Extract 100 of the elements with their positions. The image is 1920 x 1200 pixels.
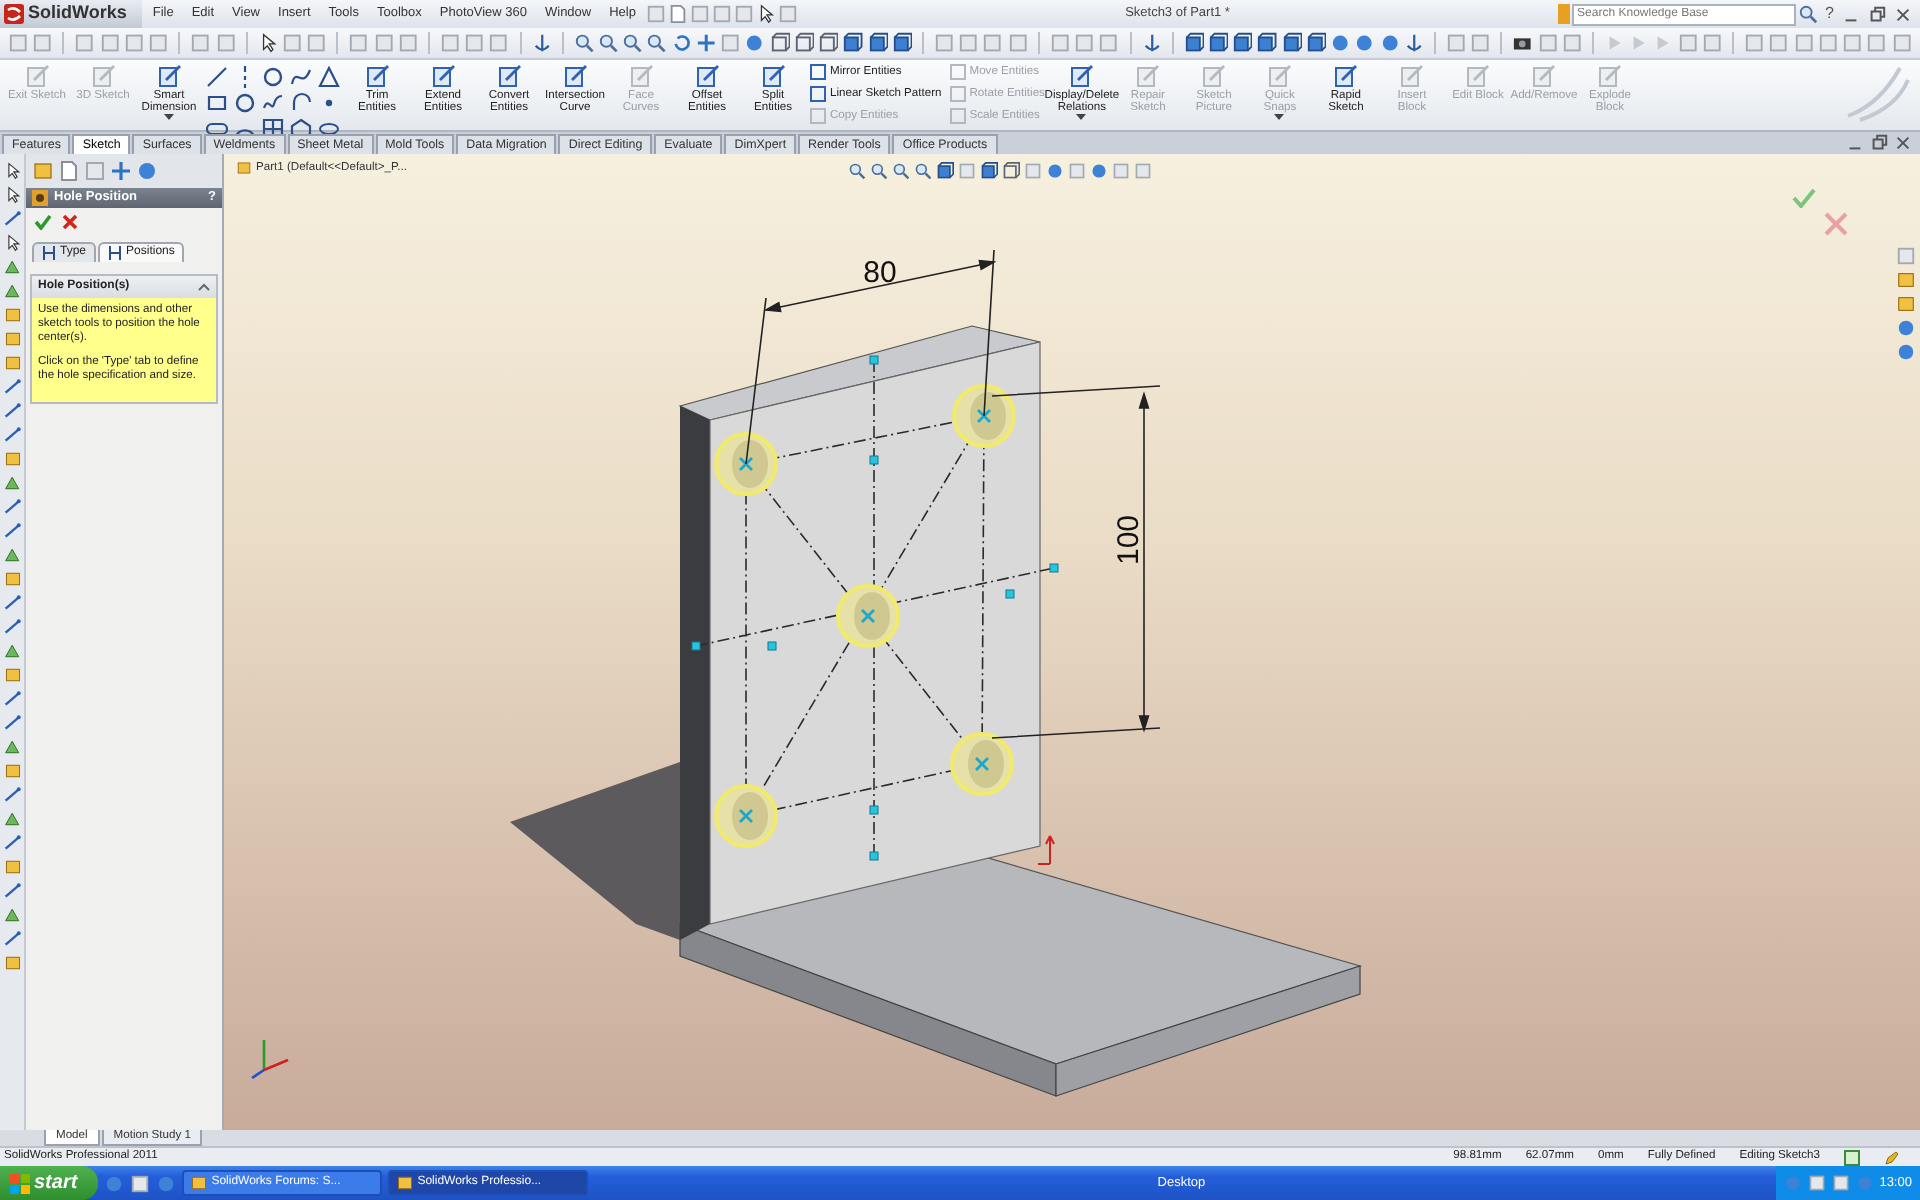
sketch-tool-icon[interactable] [3, 906, 21, 924]
rectangle-icon[interactable] [206, 92, 228, 114]
tool-icon[interactable] [306, 32, 327, 54]
tool-icon[interactable] [711, 4, 732, 24]
tool-icon[interactable] [1701, 32, 1723, 54]
sketch-tool-icon[interactable] [3, 522, 21, 540]
tool-icon[interactable] [129, 1173, 150, 1193]
document-icon[interactable] [667, 4, 688, 24]
triangle-icon[interactable] [318, 66, 340, 88]
box-icon[interactable] [793, 32, 815, 54]
tool-icon[interactable] [1049, 32, 1071, 54]
tool-icon[interactable] [123, 32, 145, 54]
tool-icon[interactable] [1074, 32, 1095, 54]
tool-icon[interactable] [74, 32, 96, 54]
cube-icon[interactable] [1281, 32, 1302, 54]
sphere-icon[interactable] [136, 160, 158, 182]
cube-icon[interactable] [1305, 32, 1327, 54]
sketch-tool-icon[interactable] [3, 834, 21, 852]
tool-icon[interactable] [1768, 32, 1790, 54]
tool-icon[interactable] [1068, 162, 1086, 180]
sketch-tool-icon[interactable] [3, 954, 21, 972]
circle-icon[interactable] [234, 92, 256, 114]
sketch-tool-icon[interactable] [3, 882, 21, 900]
sphere-icon[interactable] [1330, 32, 1351, 54]
tool-icon[interactable] [32, 32, 53, 54]
tool-icon[interactable] [488, 32, 510, 54]
cube-icon[interactable] [936, 162, 954, 180]
zoom-icon[interactable] [573, 32, 595, 54]
tool-icon[interactable] [1817, 32, 1839, 54]
sphere-icon[interactable] [1090, 162, 1108, 180]
zoom-icon[interactable] [848, 162, 866, 180]
sketch-tool-icon[interactable] [3, 930, 21, 948]
cube-icon[interactable] [1256, 32, 1278, 54]
pan-icon[interactable] [695, 32, 717, 54]
tool-icon[interactable] [1744, 32, 1765, 54]
help-button[interactable]: ? [1819, 5, 1840, 23]
sketch-tool-icon[interactable] [3, 210, 21, 228]
sketch-tool-icon[interactable] [32, 160, 54, 182]
sketch-tool-icon[interactable] [236, 160, 252, 176]
pointer-icon[interactable] [257, 32, 278, 54]
tool-icon[interactable] [348, 32, 370, 54]
tool-icon[interactable] [8, 32, 29, 54]
sketch-tool-icon[interactable] [3, 426, 21, 444]
sphere-icon[interactable] [1354, 32, 1376, 54]
tool-icon[interactable] [1866, 32, 1888, 54]
zoom-icon[interactable] [1797, 4, 1818, 24]
slot-icon[interactable] [206, 118, 228, 140]
sketch-tool-icon[interactable] [3, 714, 21, 732]
tool-icon[interactable] [958, 32, 979, 54]
pointer-icon[interactable] [755, 4, 776, 24]
tool-icon[interactable] [1561, 32, 1583, 54]
tool-icon[interactable] [689, 4, 710, 24]
tool-icon[interactable] [934, 32, 955, 54]
sketch-tool-icon[interactable] [3, 594, 21, 612]
sketch-tool-icon[interactable] [3, 690, 21, 708]
zoom-icon[interactable] [598, 32, 619, 54]
spline-icon[interactable] [262, 92, 284, 114]
cube-icon[interactable] [842, 32, 864, 54]
ellipse-icon[interactable] [318, 118, 340, 140]
zoom-icon[interactable] [914, 162, 932, 180]
tool-icon[interactable] [148, 32, 169, 54]
collapse-icon[interactable] [198, 281, 210, 292]
sketch-tool-icon[interactable] [3, 378, 21, 396]
zoom-icon[interactable] [646, 32, 668, 54]
line-icon[interactable] [206, 66, 228, 88]
tool-icon[interactable] [1007, 32, 1028, 54]
tool-icon[interactable] [190, 32, 212, 54]
cube-icon[interactable] [867, 32, 888, 54]
zoom-icon[interactable] [892, 162, 910, 180]
restore-icon[interactable] [1870, 133, 1888, 151]
cube-icon[interactable] [1207, 32, 1229, 54]
circle-icon[interactable] [262, 66, 284, 88]
tool-icon[interactable] [1891, 32, 1912, 54]
sphere-icon[interactable] [1046, 162, 1064, 180]
tool-icon[interactable] [1842, 32, 1863, 54]
sketch-tool-icon[interactable] [3, 810, 21, 828]
cube-icon[interactable] [1183, 32, 1204, 54]
sketch-tool-icon[interactable] [3, 858, 21, 876]
arc-icon[interactable] [290, 92, 312, 114]
tool-icon[interactable] [720, 32, 741, 54]
tool-icon[interactable] [373, 32, 394, 54]
close-icon[interactable] [1894, 133, 1912, 151]
document-icon[interactable] [58, 160, 80, 182]
box-icon[interactable] [769, 32, 790, 54]
sketch-tool-icon[interactable] [3, 498, 21, 516]
checkmark-icon[interactable] [1792, 188, 1816, 208]
tool-icon[interactable] [397, 32, 419, 54]
help-icon[interactable] [1844, 1149, 1860, 1165]
zoom-icon[interactable] [622, 32, 643, 54]
pan-icon[interactable] [110, 160, 132, 182]
tool-icon[interactable] [215, 32, 236, 54]
checkmark-icon[interactable] [34, 214, 52, 230]
sphere-icon[interactable] [744, 32, 766, 54]
box-icon[interactable] [1002, 162, 1020, 180]
tool-icon[interactable] [439, 32, 461, 54]
tool-icon[interactable] [1470, 32, 1491, 54]
tool-icon[interactable] [982, 32, 1004, 54]
cube-icon[interactable] [980, 162, 998, 180]
tool-icon[interactable] [1445, 32, 1467, 54]
sketch-tool-icon[interactable] [3, 786, 21, 804]
